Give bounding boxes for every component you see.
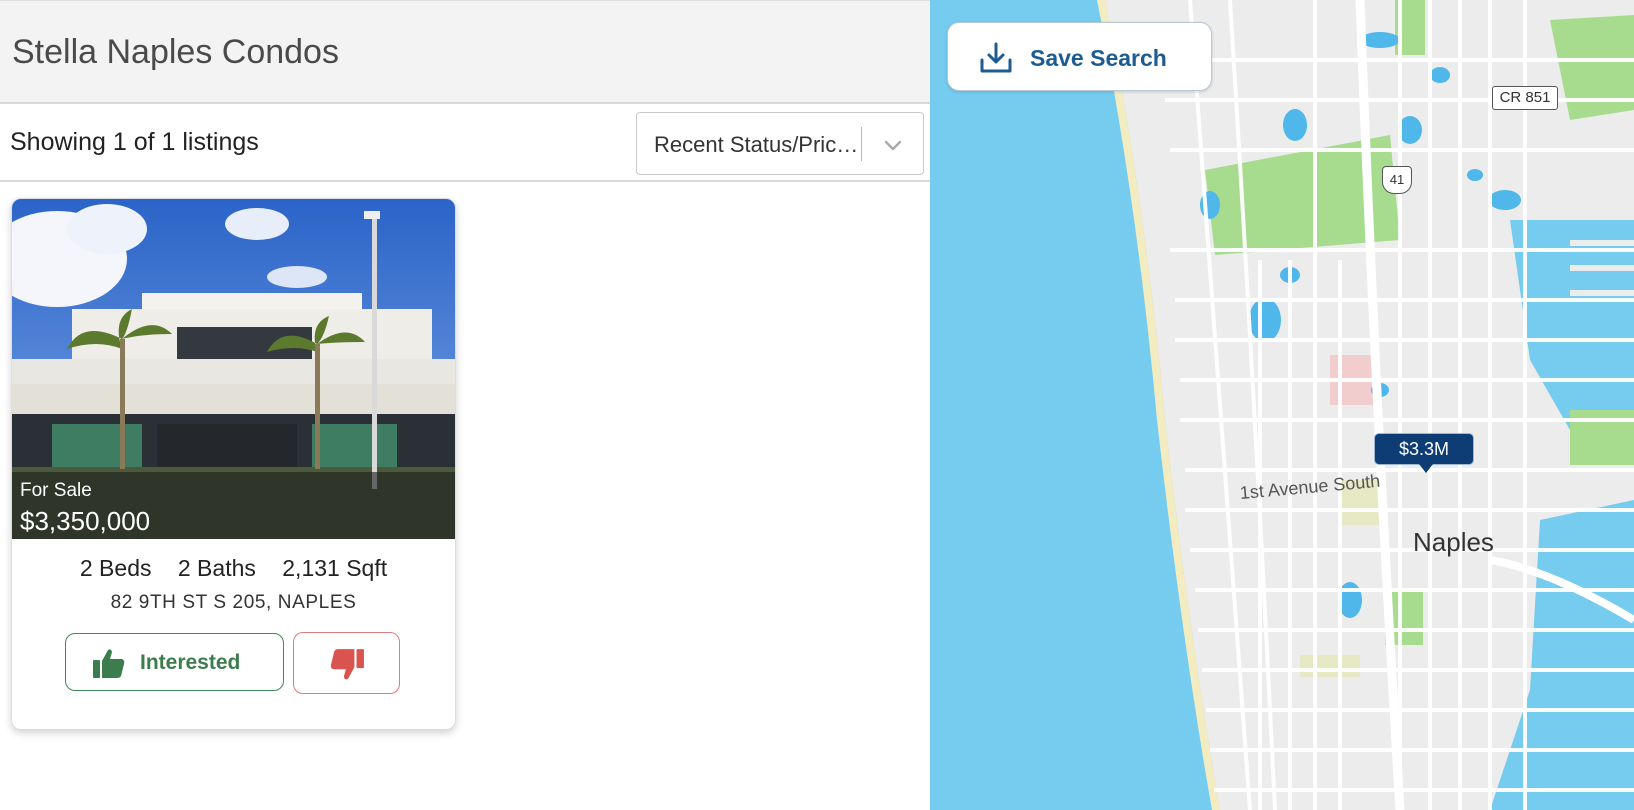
listing-beds: 2 Beds xyxy=(79,555,152,581)
road-shield-us41: 41 xyxy=(1382,166,1412,194)
not-interested-button[interactable] xyxy=(293,632,400,694)
title-bar: Stella Naples Condos xyxy=(0,0,930,104)
map[interactable] xyxy=(930,0,1634,810)
chevron-down-icon xyxy=(884,140,902,151)
listing-baths: 2 Baths xyxy=(177,555,256,581)
map-city-label: Naples xyxy=(1413,527,1494,557)
download-icon xyxy=(980,42,1012,73)
listing-status: For Sale xyxy=(20,480,92,501)
road-shield-cr851: CR 851 xyxy=(1492,86,1558,110)
listing-address: 82 9TH ST S 205, NAPLES xyxy=(110,592,357,613)
interested-label: Interested xyxy=(140,651,241,674)
map-price-pin[interactable]: $3.3M xyxy=(1374,433,1474,473)
map-canvas[interactable] xyxy=(930,0,1634,810)
save-search-button[interactable]: Save Search xyxy=(947,22,1212,91)
page-title: Stella Naples Condos xyxy=(12,33,339,71)
sort-select[interactable]: Recent Status/Price Change xyxy=(636,112,924,175)
save-search-label: Save Search xyxy=(1030,45,1167,71)
interested-button[interactable]: Interested xyxy=(65,633,284,691)
listing-stats: 2 Beds 2 Baths 2,131 Sqft xyxy=(12,555,455,582)
listing-price: $3,350,000 xyxy=(20,506,151,536)
listing-sqft: 2,131 Sqft xyxy=(282,555,388,581)
listings-panel: Stella Naples Condos Showing 1 of 1 list… xyxy=(0,0,930,810)
thumbs-up-icon xyxy=(93,649,125,678)
listing-card[interactable]: For Sale $3,350,000 2 Beds 2 Baths 2,131… xyxy=(11,198,456,730)
results-count: Showing 1 of 1 listings xyxy=(10,128,259,156)
results-bar: Showing 1 of 1 listings Recent Status/Pr… xyxy=(0,104,930,182)
sort-divider xyxy=(861,127,862,161)
sort-selected-value: Recent Status/Price Change xyxy=(654,132,859,157)
thumbs-down-icon xyxy=(330,649,364,680)
